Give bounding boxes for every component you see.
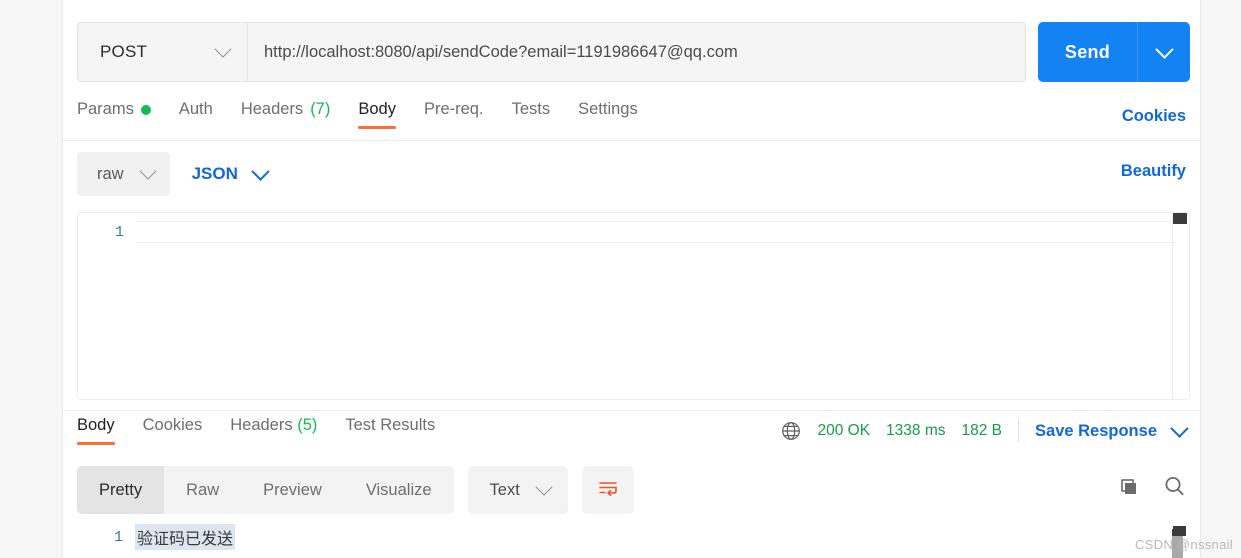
editor-line: 1 — [78, 221, 1189, 243]
word-wrap-button[interactable] — [581, 466, 634, 514]
tab-auth-label: Auth — [178, 100, 213, 118]
response-tab-test-results-label: Test Results — [345, 416, 436, 434]
response-view-mode-group: Pretty Raw Preview Visualize — [77, 466, 454, 514]
response-divider — [63, 410, 1200, 411]
view-mode-pretty[interactable]: Pretty — [77, 466, 165, 514]
send-button-group: Send — [1038, 22, 1190, 82]
beautify-link[interactable]: Beautify — [1121, 162, 1186, 181]
response-line-content: 验证码已发送 — [135, 524, 236, 550]
url-input-value: http://localhost:8080/api/sendCode?email… — [264, 42, 738, 61]
send-options-button[interactable] — [1137, 22, 1190, 82]
response-tab-cookies-label: Cookies — [142, 416, 203, 434]
tab-settings[interactable]: Settings — [578, 100, 638, 129]
tab-body-label: Body — [358, 100, 396, 118]
tab-auth[interactable]: Auth — [179, 100, 213, 129]
response-tab-body[interactable]: Body — [77, 416, 115, 445]
url-bar: POST http://localhost:8080/api/sendCode?… — [77, 22, 1190, 82]
tab-settings-label: Settings — [578, 100, 638, 118]
globe-icon[interactable] — [781, 421, 801, 441]
response-content-type-selector[interactable]: Text — [467, 466, 568, 514]
editor-scrollbar-thumb[interactable] — [1173, 213, 1187, 224]
word-wrap-icon — [597, 478, 619, 503]
response-tabs: Body Cookies Headers (5) Test Results — [77, 416, 463, 452]
response-tab-test-results[interactable]: Test Results — [345, 416, 435, 445]
url-input[interactable]: http://localhost:8080/api/sendCode?email… — [247, 22, 1026, 82]
editor-line-number: 1 — [114, 223, 124, 241]
response-time: 1338 ms — [886, 422, 946, 439]
tab-pre-request[interactable]: Pre-req. — [424, 100, 484, 129]
http-method-label: POST — [100, 42, 148, 61]
response-content-type-label: Text — [489, 480, 520, 499]
http-method-selector[interactable]: POST — [77, 22, 247, 82]
response-tab-body-label: Body — [77, 416, 115, 434]
postman-window: POST http://localhost:8080/api/sendCode?… — [0, 0, 1241, 558]
request-response-panel: POST http://localhost:8080/api/sendCode?… — [62, 0, 1201, 558]
cookies-link[interactable]: Cookies — [1122, 107, 1186, 126]
params-active-dot-icon — [140, 104, 151, 115]
request-tabs: Params Auth Headers (7) Body Pre-req. Te… — [77, 100, 1190, 140]
response-tab-headers-count: (5) — [297, 416, 318, 434]
body-type-row: raw JSON — [77, 152, 270, 196]
view-mode-visualize[interactable]: Visualize — [344, 466, 454, 514]
tab-headers[interactable]: Headers (7) — [241, 100, 331, 129]
editor-vertical-rule — [1172, 213, 1173, 399]
tab-headers-count: (7) — [310, 100, 331, 118]
body-format-selector[interactable]: JSON — [191, 161, 270, 184]
response-body-actions — [1116, 474, 1186, 498]
save-response-button[interactable]: Save Response — [1035, 422, 1157, 441]
response-tab-cookies[interactable]: Cookies — [143, 416, 203, 445]
chevron-down-icon — [535, 478, 553, 496]
tab-pre-request-label: Pre-req. — [423, 100, 484, 118]
chevron-down-icon — [251, 161, 270, 181]
response-status-strip: 200 OK 1338 ms 182 B Save Response — [781, 418, 1189, 444]
chevron-down-icon — [1154, 39, 1174, 59]
body-mode-selector[interactable]: raw — [77, 152, 170, 196]
response-line-number: 1 — [113, 528, 123, 546]
search-icon[interactable] — [1162, 474, 1186, 498]
chevron-down-icon[interactable] — [1170, 418, 1189, 438]
response-view-toolbar: Pretty Raw Preview Visualize Text — [77, 466, 634, 514]
request-body-editor[interactable]: 1 — [77, 212, 1190, 400]
chevron-down-icon — [139, 162, 157, 180]
response-size: 182 B — [961, 422, 1003, 439]
tab-params-label: Params — [77, 100, 134, 118]
status-separator — [1018, 420, 1020, 442]
tab-tests-label: Tests — [511, 100, 551, 118]
chevron-down-icon — [214, 40, 232, 58]
tab-body[interactable]: Body — [358, 100, 396, 129]
send-button[interactable]: Send — [1038, 22, 1137, 82]
tab-params[interactable]: Params — [77, 100, 151, 129]
response-tab-headers[interactable]: Headers (5) — [230, 416, 317, 445]
view-mode-raw[interactable]: Raw — [164, 466, 241, 514]
response-body-viewer[interactable]: 1 验证码已发送 — [77, 524, 1186, 558]
response-tab-headers-label: Headers — [230, 416, 293, 434]
tab-tests[interactable]: Tests — [512, 100, 551, 129]
response-status-code: 200 OK — [817, 422, 871, 439]
body-mode-label: raw — [97, 164, 124, 183]
response-body-line: 1 验证码已发送 — [77, 524, 1186, 550]
body-format-label: JSON — [191, 164, 238, 183]
editor-line-content — [136, 221, 1175, 243]
tabs-divider — [63, 140, 1200, 141]
copy-icon[interactable] — [1116, 474, 1140, 498]
watermark-bar-dark — [1172, 529, 1183, 536]
tab-headers-label: Headers — [240, 100, 304, 118]
watermark-text: CSDN @nssnail — [1134, 537, 1233, 552]
view-mode-preview[interactable]: Preview — [241, 466, 344, 514]
